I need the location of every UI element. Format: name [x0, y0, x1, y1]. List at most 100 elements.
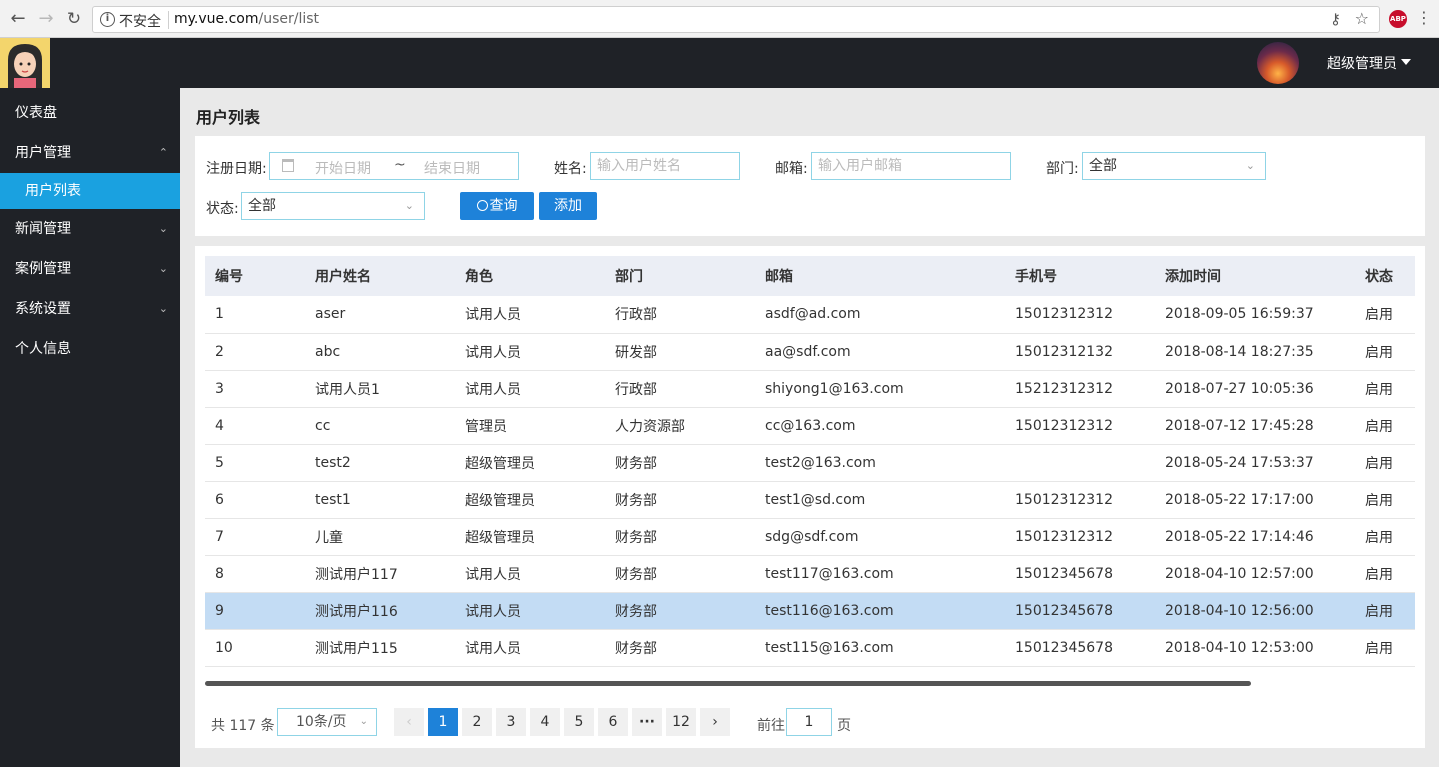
table-row[interactable]: 4 cc 管理员 人力资源部 cc@163.com 15012312312 2018-07-… — [205, 407, 1415, 445]
table-row[interactable]: 5 test2 超级管理员 财务部 test2@163.com 2018-05-24 17… — [205, 444, 1415, 482]
column-header[interactable]: 编号 — [205, 256, 305, 296]
table-cell — [1005, 444, 1155, 482]
key-icon[interactable]: ⚷ — [1330, 10, 1341, 28]
goto-page-input[interactable]: 1 — [786, 708, 832, 736]
table-row[interactable]: 7 儿童 超级管理员 财务部 sdg@sdf.com 15012312312 2018-05… — [205, 518, 1415, 556]
sidebar-item-dashboard[interactable]: 仪表盘 — [0, 93, 180, 133]
column-header[interactable]: 状态 — [1355, 256, 1415, 296]
user-avatar[interactable] — [1257, 42, 1299, 84]
name-input[interactable]: 输入用户姓名 — [590, 152, 740, 180]
table-cell: 试用人员 — [455, 333, 605, 371]
page-size-select[interactable]: 10条/页 ⌄ — [277, 708, 377, 736]
table-cell: 2018-05-24 17:53:37 — [1155, 444, 1355, 482]
table-row[interactable]: 6 test1 超级管理员 财务部 test1@sd.com 15012312312 201… — [205, 481, 1415, 519]
page-ellipsis-button[interactable]: ··· — [632, 708, 662, 736]
adblock-icon[interactable]: ABP — [1389, 10, 1407, 28]
start-date-input[interactable]: 开始日期 — [315, 158, 371, 178]
search-icon — [476, 200, 488, 211]
filter-panel — [195, 136, 1425, 236]
add-button[interactable]: 添加 — [539, 192, 597, 220]
column-header[interactable]: 添加时间 — [1155, 256, 1355, 296]
page-button-12[interactable]: 12 — [666, 708, 696, 736]
table-cell: 15012345678 — [1005, 555, 1155, 593]
sidebar-item-label: 用户管理 — [15, 145, 71, 161]
table-cell: 行政部 — [605, 296, 755, 334]
sidebar-item-user-list[interactable]: 用户列表 — [0, 173, 180, 209]
info-icon[interactable]: i — [100, 12, 115, 27]
table-cell: 6 — [205, 481, 305, 519]
page-button-3[interactable]: 3 — [496, 708, 526, 736]
table-cell: cc@163.com — [755, 407, 1005, 445]
table-cell: 启用 — [1355, 407, 1415, 445]
address-bar[interactable]: i 不安全 my.vue.com/user/list ⚷ ☆ — [92, 6, 1380, 33]
chevron-down-icon: ⌄ — [158, 222, 168, 235]
email-placeholder: 输入用户邮箱 — [818, 158, 902, 174]
table-cell: 3 — [205, 370, 305, 408]
url-text[interactable]: my.vue.com/user/list — [174, 11, 319, 27]
table-row[interactable]: 1 aser 试用人员 行政部 asdf@ad.com 15012312312 2018-0… — [205, 296, 1415, 334]
page-title: 用户列表 — [196, 108, 261, 127]
table-cell: 15212312312 — [1005, 370, 1155, 408]
caret-down-icon[interactable] — [1401, 59, 1411, 65]
column-header[interactable]: 手机号 — [1005, 256, 1155, 296]
horizontal-scrollbar[interactable] — [205, 681, 1251, 686]
email-label: 邮箱: — [775, 161, 808, 177]
table-cell: test1 — [305, 481, 455, 519]
column-header[interactable]: 角色 — [455, 256, 605, 296]
table-cell: 财务部 — [605, 518, 755, 556]
table-cell: 15012345678 — [1005, 629, 1155, 667]
date-label: 注册日期: — [206, 161, 267, 177]
table-cell: 超级管理员 — [455, 518, 605, 556]
pagination-total: 共 117 条 — [211, 718, 275, 734]
chevron-down-icon: ⌄ — [359, 716, 368, 727]
status-select[interactable]: 全部 ⌄ — [241, 192, 425, 220]
sidebar-item-user-management[interactable]: 用户管理 ⌃ — [0, 133, 180, 173]
sidebar-item-profile[interactable]: 个人信息 — [0, 329, 180, 369]
page-button-5[interactable]: 5 — [564, 708, 594, 736]
dept-select[interactable]: 全部 ⌄ — [1082, 152, 1266, 180]
date-range-separator: ~ — [394, 157, 406, 173]
table-cell: 行政部 — [605, 370, 755, 408]
table-row[interactable]: 2 abc 试用人员 研发部 aa@sdf.com 15012312132 2018-08-… — [205, 333, 1415, 371]
chevron-down-icon: ⌄ — [158, 302, 168, 315]
page-button-1[interactable]: 1 — [428, 708, 458, 736]
end-date-input[interactable]: 结束日期 — [424, 158, 480, 178]
table-cell: 9 — [205, 592, 305, 630]
table-row[interactable]: 9 测试用户116 试用人员 财务部 test116@163.com 1501234567… — [205, 592, 1415, 630]
more-menu-icon[interactable]: ⋮ — [1416, 8, 1432, 27]
table-cell: 15012312312 — [1005, 407, 1155, 445]
sidebar: 仪表盘 用户管理 ⌃ 用户列表 新闻管理 ⌄ 案例管理 ⌄ 系统设置 ⌄ 个人信息 — [0, 88, 180, 767]
sidebar-item-label: 新闻管理 — [15, 221, 71, 237]
search-button[interactable]: 查询 — [460, 192, 534, 220]
page-button-6[interactable]: 6 — [598, 708, 628, 736]
table-cell: 财务部 — [605, 592, 755, 630]
sidebar-item-case-management[interactable]: 案例管理 ⌄ — [0, 249, 180, 289]
table-cell: 财务部 — [605, 555, 755, 593]
column-header[interactable]: 用户姓名 — [305, 256, 455, 296]
sidebar-item-news-management[interactable]: 新闻管理 ⌄ — [0, 209, 180, 249]
security-label: 不安全 — [119, 14, 161, 30]
table-cell: 测试用户117 — [305, 555, 455, 593]
forward-arrow-icon[interactable]: → — [36, 9, 56, 29]
page-button-2[interactable]: 2 — [462, 708, 492, 736]
sidebar-item-system-settings[interactable]: 系统设置 ⌄ — [0, 289, 180, 329]
table-cell: 2018-07-27 10:05:36 — [1155, 370, 1355, 408]
next-page-button[interactable]: › — [700, 708, 730, 736]
column-header[interactable]: 部门 — [605, 256, 755, 296]
star-icon[interactable]: ☆ — [1355, 9, 1369, 28]
user-menu-name[interactable]: 超级管理员 — [1327, 53, 1397, 73]
prev-page-button[interactable]: ‹ — [394, 708, 424, 736]
table-row[interactable]: 3 试用人员1 试用人员 行政部 shiyong1@163.com 15212312312… — [205, 370, 1415, 408]
page-button-4[interactable]: 4 — [530, 708, 560, 736]
column-header[interactable]: 邮箱 — [755, 256, 1005, 296]
email-input[interactable]: 输入用户邮箱 — [811, 152, 1011, 180]
table-cell: 试用人员1 — [305, 370, 455, 408]
back-arrow-icon[interactable]: ← — [8, 9, 28, 29]
table-cell: 2018-07-12 17:45:28 — [1155, 407, 1355, 445]
date-range-picker[interactable]: 开始日期 ~ 结束日期 — [269, 152, 519, 180]
table-row[interactable]: 8 测试用户117 试用人员 财务部 test117@163.com 1501234567… — [205, 555, 1415, 593]
table-row[interactable]: 10 测试用户115 试用人员 财务部 test115@163.com 150123456… — [205, 629, 1415, 667]
reload-icon[interactable]: ↻ — [64, 9, 84, 29]
table-cell: 启用 — [1355, 333, 1415, 371]
table-cell: 2018-04-10 12:57:00 — [1155, 555, 1355, 593]
